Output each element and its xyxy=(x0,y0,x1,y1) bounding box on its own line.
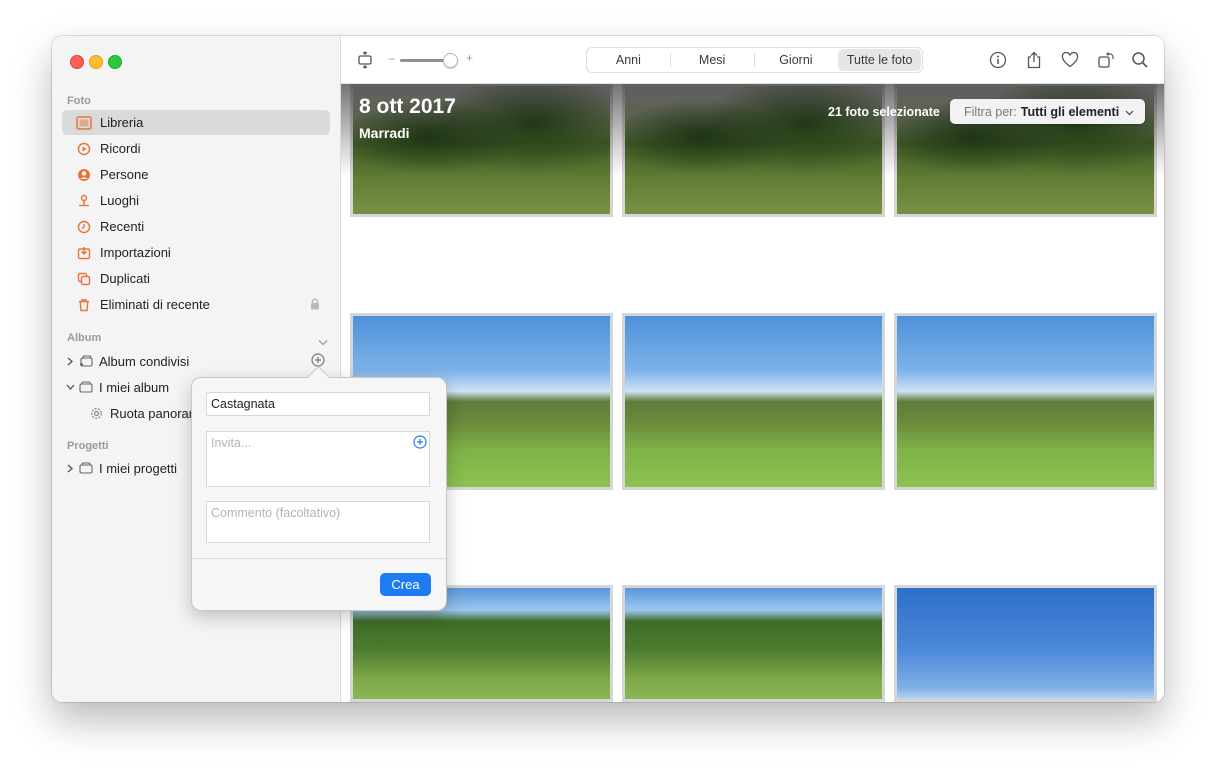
rotate-icon[interactable] xyxy=(1096,50,1116,70)
comment-field[interactable]: Commento (facoltativo) xyxy=(206,501,430,543)
sidebar-item-importazioni[interactable]: Importazioni xyxy=(62,240,330,265)
sidebar-item-libreria[interactable]: Libreria xyxy=(62,110,330,135)
sidebar-item-miei-progetti[interactable]: I miei progetti xyxy=(65,458,177,478)
sidebar-item-persone[interactable]: Persone xyxy=(62,162,330,187)
zoom-out-label[interactable]: − xyxy=(388,52,395,66)
zoom-slider-knob[interactable] xyxy=(443,53,459,68)
folder-icon xyxy=(79,462,93,474)
folder-icon xyxy=(79,381,93,393)
sidebar-item-ruota-panoram[interactable]: Ruota panoram xyxy=(90,403,200,423)
chevron-down-icon[interactable] xyxy=(65,382,75,392)
sidebar-item-ricordi[interactable]: Ricordi xyxy=(62,136,330,161)
duplicates-icon xyxy=(76,271,92,287)
info-icon[interactable] xyxy=(988,50,1008,70)
photo-thumbnail[interactable] xyxy=(622,313,885,490)
moment-place[interactable]: Marradi xyxy=(359,125,410,141)
photo-thumbnail[interactable] xyxy=(894,585,1157,702)
popover-divider xyxy=(192,558,446,559)
sidebar-item-duplicati[interactable]: Duplicati xyxy=(62,266,330,291)
filter-label: Filtra per: xyxy=(964,104,1017,119)
tab-mesi[interactable]: Mesi xyxy=(671,49,754,71)
tab-giorni[interactable]: Giorni xyxy=(755,49,838,71)
sidebar-item-eliminati[interactable]: Eliminati di recente xyxy=(62,292,330,317)
recents-icon xyxy=(76,219,92,235)
chevron-right-icon[interactable] xyxy=(65,356,75,366)
sidebar-item-label: Recenti xyxy=(100,219,145,234)
filter-value: Tutti gli elementi xyxy=(1020,104,1120,119)
selection-count: 21 foto selezionate xyxy=(828,105,940,119)
share-icon[interactable] xyxy=(1024,50,1044,70)
sidebar-item-label: Persone xyxy=(100,167,149,182)
sidebar-item-luoghi[interactable]: Luoghi xyxy=(62,188,330,213)
library-icon xyxy=(76,115,92,131)
main-area: − + Anni Mesi Giorni Tutte le foto 8 ott… xyxy=(341,36,1164,702)
photo-thumbnail[interactable] xyxy=(894,313,1157,490)
trash-icon xyxy=(76,297,92,313)
toolbar: − + Anni Mesi Giorni Tutte le foto xyxy=(341,36,1164,84)
sidebar-item-label: Luoghi xyxy=(100,193,140,208)
search-icon[interactable] xyxy=(1130,50,1150,70)
sidebar-item-label: Album condivisi xyxy=(99,353,190,369)
close-window-button[interactable] xyxy=(70,55,84,69)
add-contact-icon[interactable] xyxy=(413,435,427,449)
section-header-foto: Foto xyxy=(67,95,91,107)
sidebar-item-label: I miei album xyxy=(99,379,170,395)
sidebar-item-label: I miei progetti xyxy=(99,460,178,476)
tab-tutte-le-foto[interactable]: Tutte le foto xyxy=(838,49,921,71)
album-name-field[interactable]: Castagnata xyxy=(206,392,430,416)
moment-date: 8 ott 2017 xyxy=(359,95,456,118)
section-header-progetti: Progetti xyxy=(67,440,109,452)
sidebar-item-album-condivisi[interactable]: Album condivisi xyxy=(65,351,189,371)
sidebar-item-label: Libreria xyxy=(100,115,144,130)
sidebar-item-label: Eliminati di recente xyxy=(100,297,210,312)
chevron-down-icon[interactable] xyxy=(318,333,328,351)
shared-album-icon xyxy=(79,355,93,367)
create-button[interactable]: Crea xyxy=(380,573,431,596)
fit-view-icon[interactable] xyxy=(355,50,375,70)
chevron-right-icon[interactable] xyxy=(65,463,75,473)
view-segmented-control: Anni Mesi Giorni Tutte le foto xyxy=(586,47,923,73)
imports-icon xyxy=(76,245,92,261)
heart-icon[interactable] xyxy=(1060,50,1080,70)
zoom-window-button[interactable] xyxy=(108,55,122,69)
sidebar-item-label: Ricordi xyxy=(100,141,141,156)
places-icon xyxy=(76,193,92,209)
filter-dropdown[interactable]: Filtra per: Tutti gli elementi xyxy=(950,99,1145,124)
new-shared-album-popover: Castagnata Invita... Commento (facoltati… xyxy=(191,377,447,611)
memories-icon xyxy=(76,141,92,157)
sidebar-item-miei-album[interactable]: I miei album xyxy=(65,377,169,397)
sidebar-item-label: Ruota panoram xyxy=(110,405,200,421)
sidebar-item-recenti[interactable]: Recenti xyxy=(62,214,330,239)
people-icon xyxy=(76,167,92,183)
lock-icon xyxy=(310,298,320,310)
chevron-down-icon xyxy=(1125,105,1134,119)
invite-field[interactable]: Invita... xyxy=(206,431,430,487)
sidebar-item-label: Importazioni xyxy=(100,245,171,260)
gear-icon xyxy=(90,407,103,420)
minimize-window-button[interactable] xyxy=(89,55,103,69)
photo-thumbnail[interactable] xyxy=(622,585,885,702)
photo-thumbnail[interactable] xyxy=(622,83,885,217)
zoom-in-label[interactable]: + xyxy=(466,51,473,65)
tab-anni[interactable]: Anni xyxy=(587,49,670,71)
section-header-album: Album xyxy=(67,332,102,344)
sidebar-item-label: Duplicati xyxy=(100,271,150,286)
